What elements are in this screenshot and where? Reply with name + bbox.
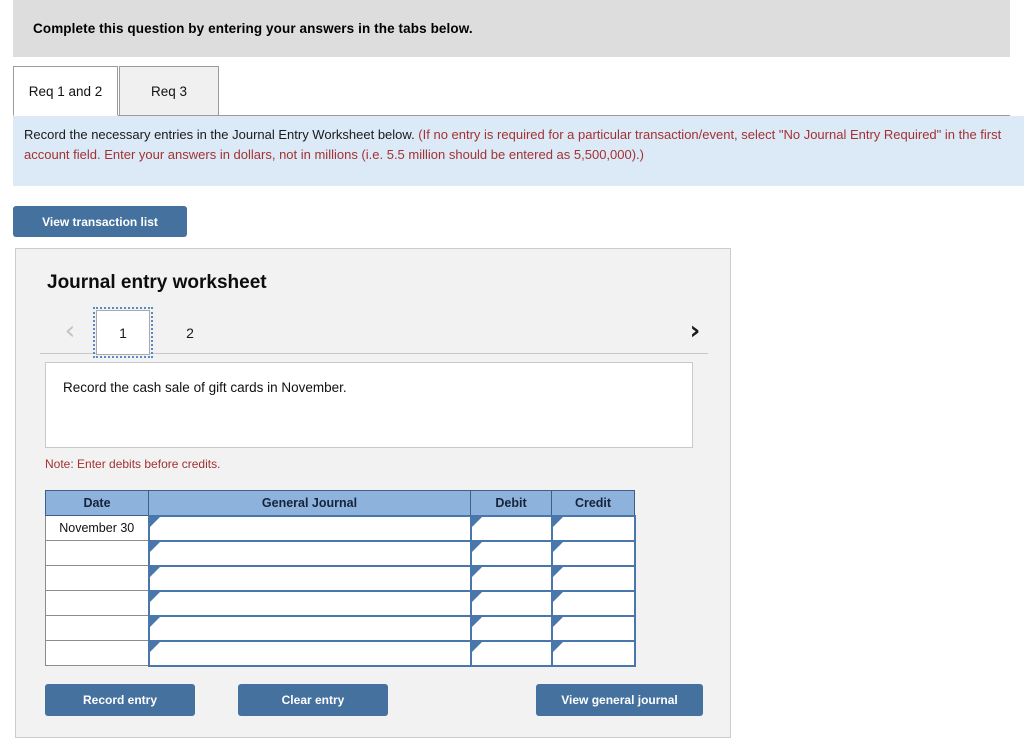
date-cell <box>45 565 149 591</box>
general-journal-input[interactable] <box>147 589 472 617</box>
tab-req-1-and-2-label: Req 1 and 2 <box>28 83 103 99</box>
journal-entry-table: Date General Journal Debit Credit Novemb… <box>45 490 636 667</box>
debit-input[interactable] <box>469 539 553 567</box>
debit-input[interactable] <box>469 514 553 542</box>
table-row <box>45 639 636 667</box>
tab-req-3-label: Req 3 <box>150 83 188 99</box>
date-cell: November 30 <box>45 515 149 541</box>
column-header-date: Date <box>45 490 149 516</box>
table-header-row: Date General Journal Debit Credit <box>45 490 635 516</box>
chevron-right-icon[interactable]: › <box>680 315 710 347</box>
column-header-credit: Credit <box>551 490 635 516</box>
worksheet-title: Journal entry worksheet <box>47 272 267 293</box>
date-cell <box>45 590 149 616</box>
table-row <box>45 564 636 592</box>
table-row <box>45 589 636 617</box>
column-header-general-journal: General Journal <box>148 490 471 516</box>
view-general-journal-button[interactable]: View general journal <box>536 684 703 716</box>
date-cell <box>45 640 149 666</box>
transaction-prompt-text: Record the cash sale of gift cards in No… <box>63 380 347 395</box>
credit-input[interactable] <box>550 614 636 642</box>
credit-input[interactable] <box>550 639 636 667</box>
table-row: November 30 <box>45 514 636 542</box>
transaction-prompt-box: Record the cash sale of gift cards in No… <box>45 362 693 448</box>
debit-input[interactable] <box>469 564 553 592</box>
question-banner: Complete this question by entering your … <box>13 0 1010 57</box>
general-journal-input[interactable] <box>147 539 472 567</box>
general-journal-input[interactable] <box>147 614 472 642</box>
worksheet-pager: ‹ 1 2 › <box>40 307 710 358</box>
table-row <box>45 614 636 642</box>
tab-req-3[interactable]: Req 3 <box>119 66 219 116</box>
table-row <box>45 539 636 567</box>
column-header-debit: Debit <box>470 490 552 516</box>
view-transaction-list-button[interactable]: View transaction list <box>13 206 187 237</box>
credit-input[interactable] <box>550 514 636 542</box>
instruction-text-primary: Record the necessary entries in the Jour… <box>24 127 419 142</box>
requirement-tabs: Req 1 and 2 Req 3 <box>13 66 1010 116</box>
journal-entry-worksheet-panel: Journal entry worksheet ‹ 1 2 › Record t… <box>15 248 731 738</box>
clear-entry-button[interactable]: Clear entry <box>238 684 388 716</box>
general-journal-input[interactable] <box>147 564 472 592</box>
date-cell <box>45 615 149 641</box>
credit-input[interactable] <box>550 589 636 617</box>
debits-before-credits-note: Note: Enter debits before credits. <box>45 457 221 471</box>
worksheet-page-2-label: 2 <box>186 324 194 341</box>
general-journal-input[interactable] <box>147 639 472 667</box>
record-entry-button[interactable]: Record entry <box>45 684 195 716</box>
debit-input[interactable] <box>469 589 553 617</box>
worksheet-page-2[interactable]: 2 <box>168 310 212 355</box>
tab-req-1-and-2[interactable]: Req 1 and 2 <box>13 66 118 116</box>
chevron-left-icon[interactable]: ‹ <box>55 315 85 347</box>
credit-input[interactable] <box>550 539 636 567</box>
debit-input[interactable] <box>469 639 553 667</box>
debit-input[interactable] <box>469 614 553 642</box>
credit-input[interactable] <box>550 564 636 592</box>
date-cell <box>45 540 149 566</box>
worksheet-page-1[interactable]: 1 <box>93 307 153 358</box>
general-journal-input[interactable] <box>147 514 472 542</box>
instruction-box: Record the necessary entries in the Jour… <box>13 116 1024 186</box>
question-banner-text: Complete this question by entering your … <box>33 21 473 36</box>
worksheet-page-1-label: 1 <box>119 324 127 341</box>
